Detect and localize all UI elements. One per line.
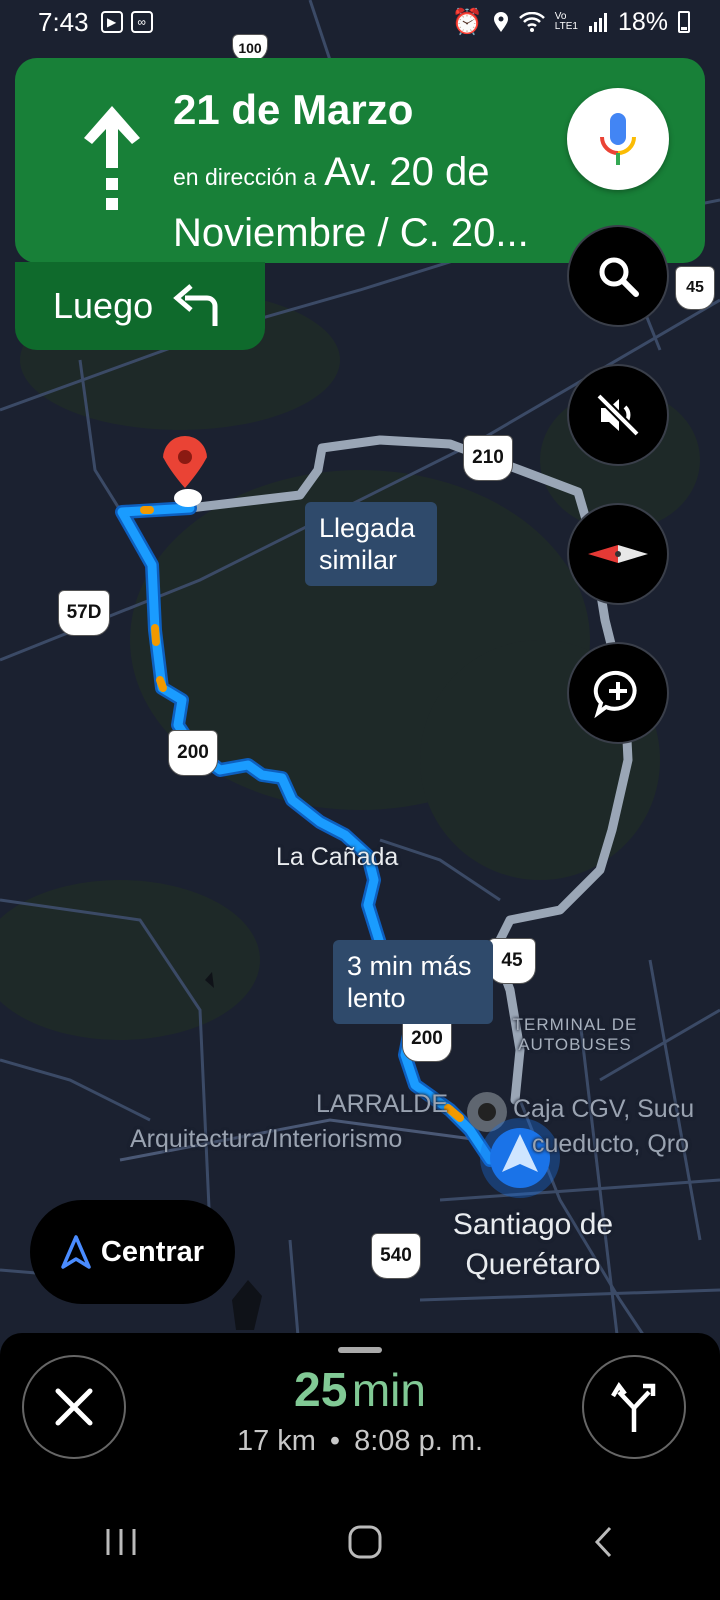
arrival-time: 8:08 p. m. bbox=[354, 1425, 484, 1457]
place-label: TERMINAL DE AUTOBUSES bbox=[512, 1015, 638, 1054]
trip-distance: 17 km bbox=[236, 1425, 316, 1457]
eta-number: 25 bbox=[294, 1364, 348, 1417]
place-label: Caja CGV, Sucu bbox=[513, 1095, 695, 1123]
trip-summary-sheet[interactable]: 25 min 17 km • 8:08 p. m. bbox=[0, 1333, 720, 1483]
eta-unit: min bbox=[351, 1364, 426, 1416]
status-bar: 7:43 ▶ ∞ ⏰ Vo LTE1 18% bbox=[0, 0, 720, 44]
back-icon[interactable] bbox=[592, 1525, 616, 1559]
route-shield-45: 45 bbox=[675, 266, 715, 310]
sheet-drag-handle[interactable] bbox=[338, 1347, 382, 1353]
add-report-button[interactable] bbox=[567, 642, 669, 744]
route-shield-57d: 57D bbox=[58, 590, 110, 636]
sound-off-icon bbox=[596, 393, 640, 437]
city-label: Santiago de Querétaro bbox=[452, 1208, 614, 1281]
current-street: 21 de Marzo bbox=[173, 86, 414, 133]
voice-search-button[interactable] bbox=[567, 88, 669, 190]
place-label: La Cañada bbox=[276, 843, 399, 871]
alternate-routes-icon bbox=[611, 1381, 656, 1432]
status-time: 7:43 bbox=[38, 6, 89, 37]
battery-icon bbox=[678, 11, 690, 33]
then-label: Luego bbox=[53, 285, 154, 326]
mute-button[interactable] bbox=[567, 364, 669, 466]
location-icon bbox=[493, 12, 508, 32]
place-label: Arquitectura/Interiorismo bbox=[130, 1125, 403, 1153]
place-label: LARRALDE bbox=[316, 1090, 448, 1118]
play-store-icon: ▶ bbox=[100, 11, 123, 33]
compass-icon bbox=[588, 545, 648, 563]
alt-route-callout[interactable]: Llegada similar bbox=[305, 502, 437, 586]
navigation-arrow-icon bbox=[61, 1235, 91, 1269]
signal-icon bbox=[588, 13, 607, 32]
add-report-icon bbox=[593, 670, 637, 719]
straight-arrow-icon bbox=[84, 106, 140, 210]
alternate-routes-button[interactable] bbox=[582, 1355, 686, 1459]
battery-text: 18% bbox=[617, 7, 668, 36]
volte-icon: Vo LTE1 bbox=[554, 11, 578, 32]
system-navigation-bar bbox=[0, 1483, 720, 1600]
compass-button[interactable] bbox=[567, 503, 669, 605]
place-label: cueducto, Qro bbox=[532, 1130, 690, 1158]
recenter-label: Centrar bbox=[100, 1235, 205, 1268]
next-maneuver-chip[interactable]: Luego bbox=[15, 262, 265, 350]
search-button[interactable] bbox=[567, 225, 669, 327]
route-shield-200: 200 bbox=[168, 730, 218, 776]
wifi-icon bbox=[518, 12, 545, 32]
turn-left-arrow-icon bbox=[173, 284, 218, 326]
search-icon bbox=[599, 257, 639, 297]
mic-icon bbox=[600, 113, 636, 165]
route-shield-210: 210 bbox=[463, 435, 513, 481]
route-shield-45: 45 bbox=[488, 938, 536, 984]
toward-prefix: en dirección a bbox=[173, 164, 317, 190]
recent-apps-icon[interactable] bbox=[104, 1527, 138, 1557]
voicemail-icon: ∞ bbox=[130, 11, 153, 33]
recenter-button[interactable]: Centrar bbox=[30, 1200, 235, 1304]
route-delay-callout[interactable]: 3 min más lento bbox=[333, 940, 493, 1024]
separator-dot: • bbox=[329, 1425, 341, 1457]
home-icon[interactable] bbox=[347, 1524, 383, 1560]
toward-text: en dirección a Av. 20 de Noviembre / C. 2… bbox=[173, 146, 573, 268]
route-shield-540: 540 bbox=[371, 1233, 421, 1279]
alarm-icon: ⏰ bbox=[451, 7, 483, 36]
